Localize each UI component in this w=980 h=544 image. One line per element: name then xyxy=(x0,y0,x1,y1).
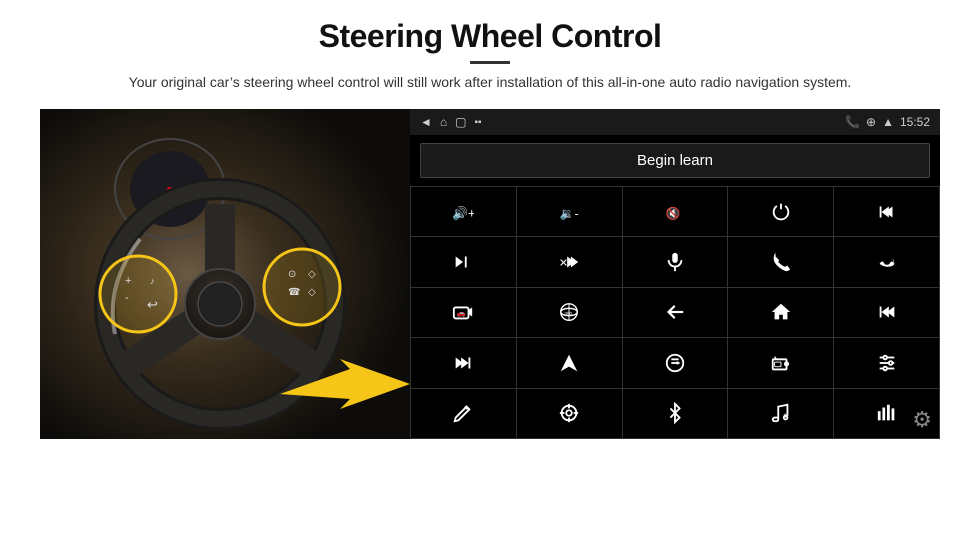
bluetooth-button[interactable] xyxy=(623,389,728,438)
svg-text:🚗: 🚗 xyxy=(457,309,466,318)
status-left: ◄ ⌂ ▢ ▪▪ xyxy=(420,115,482,129)
svg-text:360: 360 xyxy=(565,311,573,316)
svg-text:+: + xyxy=(125,275,131,287)
svg-text:♪: ♪ xyxy=(150,276,155,286)
svg-text:⊙: ⊙ xyxy=(288,269,296,280)
adjustments-button[interactable] xyxy=(834,338,939,387)
pen-button[interactable] xyxy=(411,389,516,438)
svg-text:◇: ◇ xyxy=(308,287,316,298)
location-status-icon: ⊕ xyxy=(866,115,876,129)
phone-status-icon: 📞 xyxy=(845,115,860,129)
svg-text:⚙: ⚙ xyxy=(783,413,788,420)
skip-next2-button[interactable] xyxy=(411,338,516,387)
home-button[interactable] xyxy=(728,288,833,337)
mic-button[interactable] xyxy=(623,237,728,286)
title-divider xyxy=(470,61,510,64)
svg-text:🔊+: 🔊+ xyxy=(452,204,474,221)
icon-grid: 🔊+ 🔉- 🔇 xyxy=(410,186,940,439)
back-nav-icon[interactable]: ◄ xyxy=(420,115,432,129)
eq-button[interactable] xyxy=(623,338,728,387)
hang-up-button[interactable] xyxy=(834,237,939,286)
begin-learn-button[interactable]: Begin learn xyxy=(420,143,930,178)
fast-fwd-button[interactable]: ✕ xyxy=(517,237,622,286)
svg-text:🔇: 🔇 xyxy=(666,206,681,220)
media-icon: ▪▪ xyxy=(474,117,481,128)
mute-button[interactable]: 🔇 xyxy=(623,187,728,236)
settings-gear-icon[interactable]: ⚙ xyxy=(912,407,932,433)
music-button[interactable]: ⚙ xyxy=(728,389,833,438)
svg-text:◇: ◇ xyxy=(308,269,316,280)
phone-button[interactable] xyxy=(728,237,833,286)
page-title: Steering Wheel Control xyxy=(129,18,852,55)
back-button[interactable] xyxy=(623,288,728,337)
vol-down-button[interactable]: 🔉- xyxy=(517,187,622,236)
status-bar: ◄ ⌂ ▢ ▪▪ 📞 ⊕ ▲ 15:52 xyxy=(410,109,940,135)
nav-button[interactable] xyxy=(517,338,622,387)
360-button[interactable]: 360 xyxy=(517,288,622,337)
steering-wheel-panel: ● xyxy=(40,109,410,439)
radio-button[interactable] xyxy=(728,338,833,387)
skip-forward-button[interactable] xyxy=(411,237,516,286)
svg-text:-: - xyxy=(125,292,129,304)
home-nav-icon[interactable]: ⌂ xyxy=(440,115,447,129)
svg-text:🔉-: 🔉- xyxy=(560,206,579,220)
page-container: Steering Wheel Control Your original car… xyxy=(0,0,980,544)
svg-text:✕: ✕ xyxy=(559,258,568,270)
steering-bg: ● xyxy=(40,109,410,439)
android-panel: ◄ ⌂ ▢ ▪▪ 📞 ⊕ ▲ 15:52 Begin learn xyxy=(410,109,940,439)
power-button[interactable] xyxy=(728,187,833,236)
vol-up-button[interactable]: 🔊+ xyxy=(411,187,516,236)
target-button[interactable] xyxy=(517,389,622,438)
steering-wheel-svg: ● xyxy=(40,109,410,439)
status-time: 15:52 xyxy=(900,115,930,129)
recent-nav-icon[interactable]: ▢ xyxy=(455,115,466,129)
svg-text:☎: ☎ xyxy=(288,287,300,298)
status-right: 📞 ⊕ ▲ 15:52 xyxy=(845,115,930,129)
prev-track-button[interactable] xyxy=(834,187,939,236)
begin-learn-row: Begin learn xyxy=(410,135,940,186)
camera-button[interactable]: 🚗 xyxy=(411,288,516,337)
title-section: Steering Wheel Control Your original car… xyxy=(129,18,852,93)
svg-text:↩: ↩ xyxy=(147,297,158,312)
wifi-status-icon: ▲ xyxy=(882,115,894,129)
content-row: ● xyxy=(40,109,940,439)
subtitle-text: Your original car’s steering wheel contr… xyxy=(129,72,852,93)
skip-back-button[interactable] xyxy=(834,288,939,337)
